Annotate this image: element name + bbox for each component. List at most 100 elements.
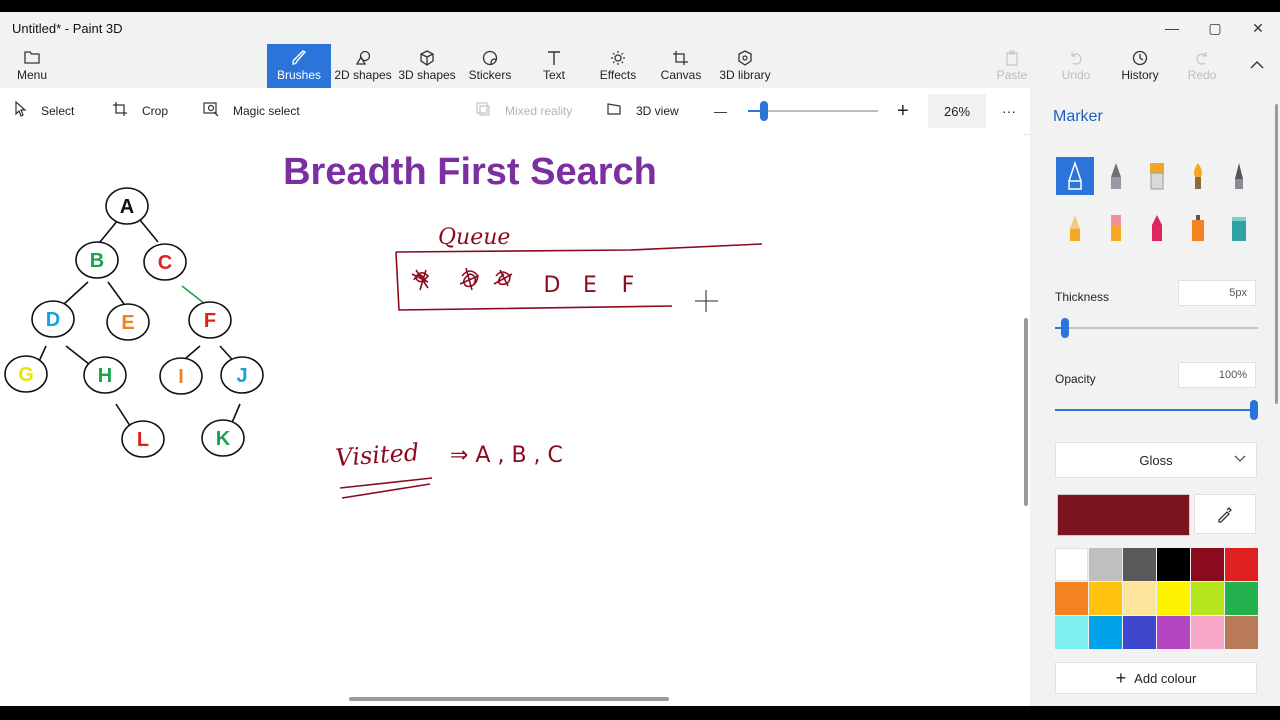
tab-text[interactable]: Text [532, 44, 576, 88]
palette-swatch[interactable] [1157, 548, 1190, 581]
3d-view-label: 3D view [636, 104, 679, 118]
pencil-brush[interactable] [1056, 209, 1094, 247]
magic-select-button[interactable]: Magic select [203, 88, 300, 134]
zoom-out-button[interactable]: — [714, 88, 727, 134]
edge-f-i [185, 345, 201, 359]
spray-can-brush[interactable] [1179, 209, 1217, 247]
3d-view-button[interactable]: 3D view [606, 88, 679, 134]
redo-button[interactable]: Redo [1186, 44, 1218, 88]
add-colour-button[interactable]: + Add colour [1055, 662, 1257, 694]
tree-node-label: D [46, 309, 60, 331]
palette-swatch[interactable] [1157, 616, 1190, 649]
visited-label: Visited [334, 438, 420, 472]
watercolor-brush[interactable] [1179, 157, 1217, 195]
menu-button[interactable]: Menu [12, 44, 52, 88]
oil-brush[interactable] [1138, 157, 1176, 195]
zoom-slider-thumb[interactable] [759, 101, 768, 121]
palette-swatch[interactable] [1191, 548, 1224, 581]
magic-select-icon [203, 101, 219, 121]
crayon-brush[interactable] [1138, 209, 1176, 247]
pixel-pen-brush[interactable] [1220, 157, 1258, 195]
cursor-icon [15, 100, 27, 121]
3d-library-icon [736, 50, 754, 68]
palette-swatch[interactable] [1055, 616, 1088, 649]
eyedropper-button[interactable] [1194, 494, 1256, 534]
edge-c-f [181, 285, 206, 305]
fill-brush[interactable] [1220, 209, 1258, 247]
tree-node-label: C [158, 252, 172, 274]
tab-2d-shapes[interactable]: 2D shapes [334, 44, 392, 88]
opacity-slider[interactable] [1055, 400, 1258, 420]
horizontal-scrollbar[interactable] [349, 697, 669, 701]
canvas-drawing: Breadth First Search AB CD E FG H I JL K Queue [4, 151, 763, 499]
scribble-a [411, 269, 430, 291]
plus-icon: + [1115, 667, 1127, 688]
vertical-scrollbar[interactable] [1024, 318, 1028, 506]
eraser-icon [1111, 215, 1121, 241]
palette-swatch[interactable] [1089, 548, 1122, 581]
history-button[interactable]: History [1119, 44, 1161, 88]
thickness-input[interactable]: 5px [1178, 280, 1256, 306]
tab-label: Text [542, 68, 565, 82]
tab-brushes[interactable]: Brushes [267, 44, 331, 88]
palette-swatch[interactable] [1089, 582, 1122, 615]
canvas-icon [672, 50, 690, 68]
tree-node-l: L [121, 420, 165, 458]
more-options-button[interactable]: ··· [1002, 88, 1016, 134]
zoom-slider[interactable] [748, 101, 878, 121]
palette-swatch[interactable] [1191, 582, 1224, 615]
eraser-brush[interactable] [1097, 209, 1135, 247]
marker-brush[interactable] [1056, 157, 1094, 195]
palette-swatch[interactable] [1225, 582, 1258, 615]
drawing-canvas[interactable]: Breadth First Search ABCDEFGHIJLK Queue [0, 134, 1024, 706]
tab-3d-shapes[interactable]: 3D shapes [398, 44, 456, 88]
palette-swatch[interactable] [1123, 582, 1156, 615]
opacity-input[interactable]: 100% [1178, 362, 1256, 388]
palette-swatch[interactable] [1123, 548, 1156, 581]
tab-label: Brushes [276, 68, 322, 82]
thickness-slider[interactable] [1055, 318, 1258, 338]
calligraphy-pen-brush[interactable] [1097, 157, 1135, 195]
clipboard-icon [1004, 50, 1020, 68]
opacity-slider-thumb[interactable] [1250, 400, 1258, 420]
pixel-pen-icon [1235, 163, 1243, 189]
maximize-button[interactable]: ▢ [1194, 12, 1236, 44]
undo-button[interactable]: Undo [1060, 44, 1092, 88]
zoom-in-button[interactable]: + [897, 88, 909, 134]
tree-node-label: K [216, 428, 231, 450]
palette-swatch[interactable] [1123, 616, 1156, 649]
minimize-button[interactable]: — [1151, 12, 1193, 44]
tree-node-d: D [31, 300, 75, 338]
crop-button[interactable]: Crop [112, 88, 168, 134]
palette-swatch[interactable] [1055, 582, 1088, 615]
tab-3d-library[interactable]: 3D library [717, 44, 773, 88]
window-title: Untitled* - Paint 3D [12, 21, 123, 36]
palette-swatch[interactable] [1157, 582, 1190, 615]
magic-select-label: Magic select [233, 104, 300, 118]
paste-button[interactable]: Paste [995, 44, 1029, 88]
mixed-reality-button[interactable]: Mixed reality [475, 88, 572, 134]
select-button[interactable]: Select [15, 88, 74, 134]
zoom-level[interactable]: 26% [928, 94, 986, 128]
tab-canvas[interactable]: Canvas [659, 44, 703, 88]
close-button[interactable]: ✕ [1237, 12, 1279, 44]
tree-node-label: I [178, 366, 184, 388]
palette-swatch[interactable] [1225, 616, 1258, 649]
pencil-icon [1070, 215, 1080, 241]
history-icon [1132, 50, 1148, 68]
palette-swatch[interactable] [1191, 616, 1224, 649]
chevron-down-icon [1234, 452, 1246, 466]
finish-dropdown[interactable]: Gloss [1055, 442, 1257, 478]
brush-icon [290, 50, 308, 68]
panel-scrollbar[interactable] [1275, 104, 1278, 404]
collapse-ribbon-button[interactable] [1244, 44, 1270, 88]
palette-swatch[interactable] [1225, 548, 1258, 581]
palette-swatch[interactable] [1089, 616, 1122, 649]
thickness-slider-thumb[interactable] [1061, 318, 1070, 338]
select-label: Select [41, 104, 75, 118]
current-color-swatch[interactable] [1057, 494, 1190, 536]
edge-a-c [139, 219, 159, 243]
palette-swatch[interactable] [1055, 548, 1088, 581]
tab-stickers[interactable]: Stickers [464, 44, 516, 88]
tab-effects[interactable]: Effects [596, 44, 640, 88]
